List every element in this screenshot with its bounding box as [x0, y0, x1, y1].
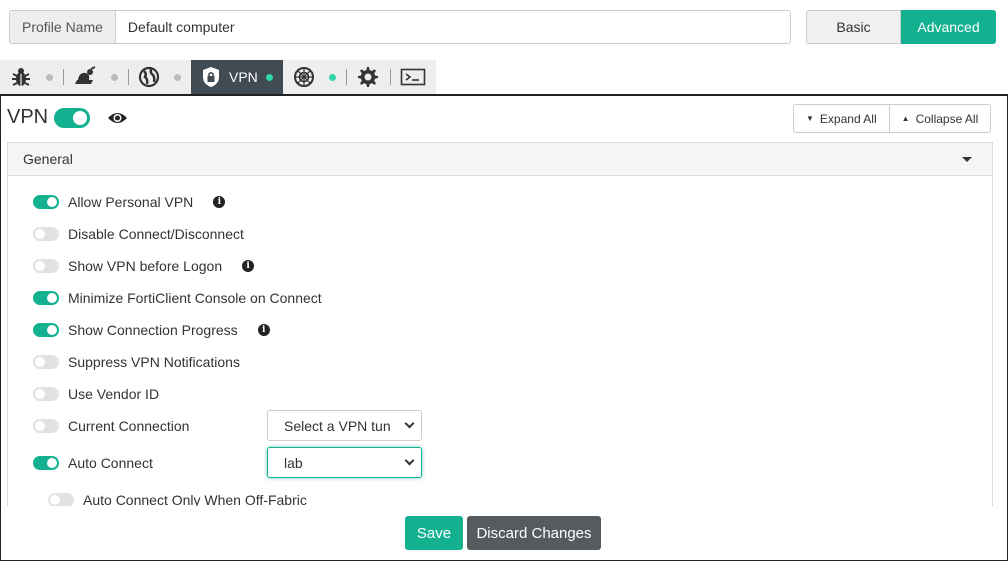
vpn-enable-toggle[interactable]: [54, 108, 90, 128]
info-icon[interactable]: i: [213, 196, 226, 208]
setting-row: Minimize FortiClient Console on Connect: [33, 286, 322, 310]
info-icon[interactable]: i: [242, 260, 255, 272]
tab-settings[interactable]: [345, 60, 390, 94]
shield-lock-icon: [203, 67, 219, 87]
chevron-down-icon: [962, 156, 972, 162]
globe-icon: [138, 66, 160, 88]
advanced-mode-button[interactable]: Advanced: [901, 10, 996, 44]
setting-row: Current Connection: [33, 414, 189, 438]
setting-row: Show VPN before Logon i: [33, 254, 255, 278]
use-vendor-id-toggle[interactable]: [33, 387, 59, 401]
tab-separator: [63, 69, 64, 85]
terminal-icon: [400, 68, 426, 86]
setting-label: Show VPN before Logon: [68, 258, 223, 274]
caret-up-icon: ▲: [901, 114, 910, 123]
setting-row: Allow Personal VPN i: [33, 190, 226, 214]
profile-name-group: Profile Name: [9, 10, 791, 44]
suppress-notifications-toggle[interactable]: [33, 355, 59, 369]
panel-title: General: [23, 151, 73, 167]
tab-sandbox[interactable]: [283, 60, 346, 94]
section-title: VPN: [7, 106, 49, 128]
setting-label: Use Vendor ID: [68, 386, 160, 402]
setting-row: Disable Connect/Disconnect: [33, 222, 244, 246]
setting-row: Auto Connect Only When Off-Fabric: [48, 488, 307, 506]
content-border-left: [0, 96, 1, 561]
setting-label: Allow Personal VPN: [68, 194, 194, 210]
tab-separator: [128, 69, 129, 85]
auto-connect-toggle[interactable]: [33, 456, 59, 470]
expand-all-button[interactable]: ▼ Expand All: [793, 104, 890, 133]
setting-label: Disable Connect/Disconnect: [68, 226, 244, 242]
show-vpn-before-logon-toggle[interactable]: [33, 259, 59, 273]
tab-status-dot: [265, 73, 273, 81]
auto-connect-select[interactable]: lab: [267, 447, 422, 478]
tab-vpn-label: VPN: [229, 69, 258, 85]
allow-personal-vpn-toggle[interactable]: [33, 195, 59, 209]
chevron-down-icon: [404, 418, 415, 429]
tab-status-dot: [174, 73, 181, 81]
select-value: lab: [284, 454, 303, 471]
tab-malware[interactable]: [0, 60, 63, 94]
tab-status-dot: [111, 73, 118, 81]
setting-label: Auto Connect: [68, 455, 153, 471]
caret-down-icon: ▼: [806, 114, 814, 123]
sandbox-icon: [293, 67, 314, 87]
general-panel: General Allow Personal VPN i Disable Con…: [7, 142, 993, 506]
current-connection-toggle[interactable]: [33, 419, 59, 433]
gear-icon: [357, 67, 378, 87]
setting-row: Show Connection Progress i: [33, 318, 270, 342]
tab-status-dot: [46, 73, 53, 81]
tabbar-divider: [0, 94, 1008, 96]
collapse-all-button[interactable]: ▲ Collapse All: [889, 104, 992, 133]
setting-row: Use Vendor ID: [33, 382, 159, 406]
auto-connect-off-fabric-toggle[interactable]: [48, 493, 74, 506]
info-icon[interactable]: i: [257, 324, 270, 336]
setting-label: Suppress VPN Notifications: [68, 354, 240, 370]
setting-row: Auto Connect: [33, 451, 153, 475]
show-connection-progress-toggle[interactable]: [33, 323, 59, 337]
general-panel-header[interactable]: General: [8, 143, 992, 176]
tab-web-filter[interactable]: [63, 60, 128, 94]
mode-toggle-group: Basic Advanced: [806, 10, 996, 44]
bug-icon: [12, 68, 30, 86]
minimize-console-toggle[interactable]: [33, 291, 59, 305]
collapse-all-label: Collapse All: [915, 111, 979, 126]
tab-separator: [389, 69, 391, 85]
current-connection-select[interactable]: Select a VPN tun: [267, 410, 422, 441]
web-filter-icon: [75, 66, 96, 84]
setting-label: Current Connection: [68, 418, 190, 434]
chevron-down-icon: [404, 455, 415, 466]
eye-icon[interactable]: [107, 110, 128, 126]
tab-web[interactable]: [128, 60, 191, 94]
expand-all-label: Expand All: [819, 111, 877, 126]
basic-mode-button[interactable]: Basic: [806, 10, 901, 44]
discard-changes-button[interactable]: Discard Changes: [467, 516, 601, 550]
profile-name-label: Profile Name: [10, 11, 116, 43]
tab-terminal[interactable]: [389, 60, 436, 94]
profile-name-input[interactable]: [115, 11, 790, 43]
tab-status-dot: [328, 73, 336, 81]
tab-separator: [345, 69, 347, 85]
select-value: Select a VPN tun: [284, 417, 391, 434]
disable-connect-toggle[interactable]: [33, 227, 59, 241]
setting-row: Suppress VPN Notifications: [33, 350, 240, 374]
setting-label: Minimize FortiClient Console on Connect: [68, 290, 322, 306]
setting-label: Show Connection Progress: [68, 322, 238, 338]
tab-vpn[interactable]: VPN: [191, 60, 283, 94]
setting-label: Auto Connect Only When Off-Fabric: [83, 492, 307, 506]
feature-tabbar: VPN: [0, 60, 436, 94]
save-button[interactable]: Save: [405, 516, 463, 550]
expand-collapse-group: ▼ Expand All ▲ Collapse All: [793, 104, 992, 133]
